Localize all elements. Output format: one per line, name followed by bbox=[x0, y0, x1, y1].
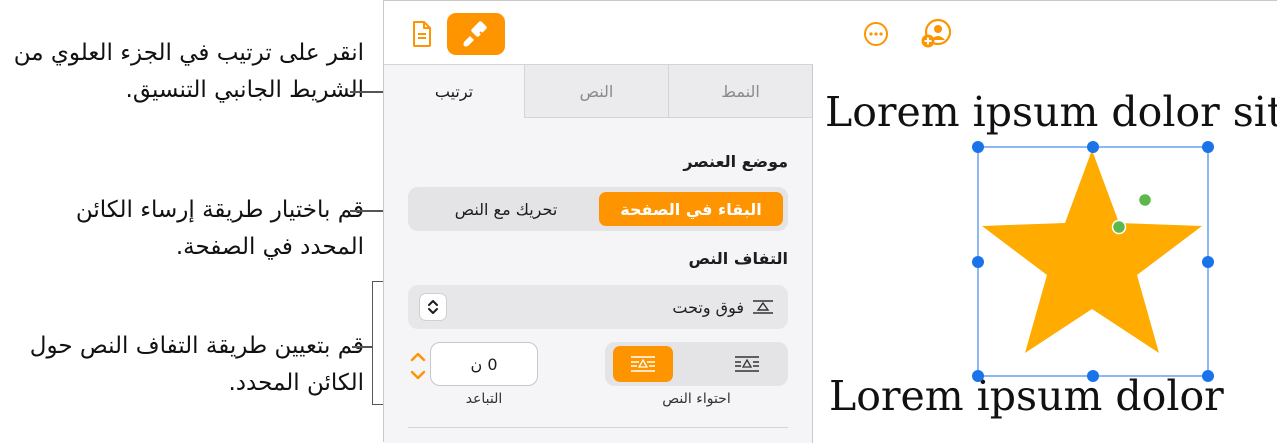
tab-style[interactable]: النمط bbox=[668, 65, 812, 118]
callout-arrange-tab: انقر على ترتيب في الجزء العلوي من الشريط… bbox=[13, 40, 364, 103]
object-placement-control: البقاء في الصفحة تحريك مع النص bbox=[408, 187, 788, 231]
resize-handle[interactable] bbox=[972, 370, 984, 382]
resize-handle[interactable] bbox=[1087, 141, 1099, 153]
spacing-value: 0 ن bbox=[470, 354, 498, 374]
resize-handle[interactable] bbox=[1202, 141, 1214, 153]
resize-handle[interactable] bbox=[1202, 370, 1214, 382]
toolbar bbox=[384, 1, 1277, 64]
resize-handle[interactable] bbox=[972, 141, 984, 153]
document-button[interactable] bbox=[408, 18, 436, 50]
document-icon bbox=[413, 21, 431, 47]
shape-control-handle[interactable] bbox=[1111, 219, 1127, 235]
text-fit-control bbox=[605, 342, 788, 386]
stepper-arrows-icon bbox=[410, 352, 426, 380]
tab-text[interactable]: النص bbox=[524, 65, 668, 118]
resize-handle[interactable] bbox=[1087, 370, 1099, 382]
callout-leader-line bbox=[352, 346, 372, 348]
document-canvas[interactable]: Lorem ipsum dolor sit Lorem ipsum dolor bbox=[813, 64, 1277, 443]
format-sidebar: ترتيب النص النمط موضع العنصر البقاء في ا… bbox=[384, 64, 813, 443]
tab-arrange[interactable]: ترتيب bbox=[384, 65, 524, 118]
resize-handle[interactable] bbox=[972, 256, 984, 268]
shape-control-handle[interactable] bbox=[1137, 192, 1153, 208]
sidebar-divider bbox=[408, 427, 788, 428]
text-wrap-title: التفاف النص bbox=[688, 249, 788, 268]
spacing-field[interactable]: 0 ن bbox=[430, 342, 538, 386]
spacing-stepper[interactable] bbox=[406, 348, 430, 384]
stay-on-page-option[interactable]: البقاء في الصفحة bbox=[599, 192, 783, 226]
star-fill bbox=[982, 150, 1202, 353]
sidebar-tabs: ترتيب النص النمط bbox=[384, 65, 812, 119]
callout-text-wrap: قم بتعيين طريقة التفاف النص حول الكائن ا… bbox=[29, 333, 364, 396]
text-fit-label: احتواء النص bbox=[662, 391, 731, 407]
text-fit-around-button[interactable] bbox=[717, 346, 777, 382]
format-button[interactable] bbox=[447, 13, 505, 55]
person-add-icon bbox=[921, 18, 952, 48]
object-placement-title: موضع العنصر bbox=[683, 152, 788, 171]
paintbrush-icon bbox=[463, 21, 487, 47]
text-wrap-popup[interactable]: فوق وتحت bbox=[408, 285, 788, 329]
star-shape[interactable] bbox=[813, 64, 1277, 443]
text-fit-box-icon bbox=[735, 356, 759, 372]
collaborate-button[interactable] bbox=[919, 17, 953, 51]
pages-window: ترتيب النص النمط موضع العنصر البقاء في ا… bbox=[383, 0, 1277, 443]
text-fit-shape-icon bbox=[631, 356, 655, 372]
ellipsis-circle-icon bbox=[864, 22, 888, 46]
resize-handle[interactable] bbox=[1202, 256, 1214, 268]
popup-chevron-icon bbox=[420, 294, 446, 320]
above-below-wrap-icon bbox=[753, 300, 773, 314]
text-wrap-value: فوق وتحت bbox=[672, 285, 774, 329]
callout-object-placement: قم باختيار طريقة إرساء الكائن المحدد في … bbox=[75, 197, 364, 260]
move-with-text-option[interactable]: تحريك مع النص bbox=[416, 192, 596, 226]
text-fit-shape-button[interactable] bbox=[613, 346, 673, 382]
spacing-label: التباعد bbox=[465, 391, 503, 407]
more-button[interactable] bbox=[861, 19, 891, 49]
text-wrap-selected-label: فوق وتحت bbox=[672, 297, 744, 317]
